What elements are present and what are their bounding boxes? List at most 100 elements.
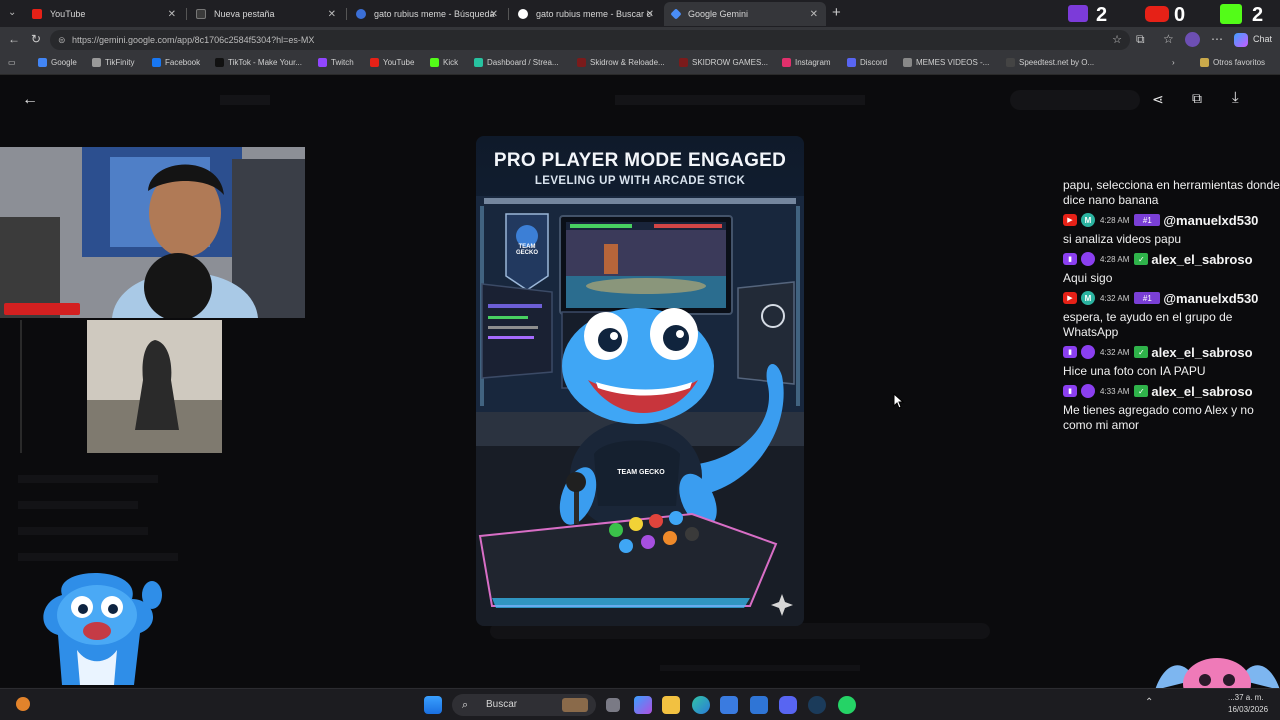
copy-icon[interactable]: ⧉: [1192, 90, 1202, 107]
chat-button[interactable]: Chat: [1253, 34, 1272, 44]
bookmark-label: Discord: [860, 58, 888, 67]
mouse-cursor-icon: [893, 393, 905, 409]
store-icon[interactable]: [720, 696, 738, 714]
tab-new-tab[interactable]: Nueva pestaña ✕: [188, 2, 344, 26]
verified-check-icon: ✓: [1134, 385, 1149, 397]
star-icon[interactable]: ☆: [1112, 30, 1122, 50]
bookmark-item[interactable]: TikTok - Make Your...: [215, 58, 302, 67]
streamer-silhouette: [0, 147, 305, 318]
bookmarks-bar: ▭ Google TikFinity Facebook TikTok - Make Y…: [0, 53, 1280, 75]
taskbar-search[interactable]: ⌕ Buscar: [452, 694, 596, 716]
tab-google-gemini[interactable]: Google Gemini ✕: [664, 2, 826, 26]
bookmarks-overflow-chevron-icon[interactable]: ›: [1172, 58, 1175, 67]
steam-icon[interactable]: [808, 696, 826, 714]
secondary-video: [87, 320, 222, 453]
tab-search-results[interactable]: gato rubius meme - Búsqueda ✕: [348, 2, 506, 26]
bookmark-item[interactable]: MEMES VIDEOS -...: [903, 58, 989, 67]
verified-check-icon: ✓: [1134, 253, 1149, 265]
tab-title: gato rubius meme - Búsqueda: [374, 9, 495, 19]
tab-title: gato rubius meme - Buscar con G...: [536, 9, 652, 19]
whatsapp-icon[interactable]: [838, 696, 856, 714]
bookmark-item[interactable]: SKIDROW GAMES...: [679, 58, 768, 67]
bookmark-label: TikFinity: [105, 58, 135, 67]
more-menu-icon[interactable]: ⋯: [1211, 32, 1223, 46]
bookmark-label: Google: [51, 58, 77, 67]
kick-viewer-count: 2: [1252, 4, 1264, 26]
bookmark-item[interactable]: Facebook: [152, 58, 200, 67]
tab-title: Nueva pestaña: [214, 9, 275, 19]
chat-message-meta: ▮ 4:33 AM ✓ alex_el_sabroso: [1063, 382, 1280, 400]
chat-username: @manuelxd530: [1163, 290, 1259, 306]
chat-message-meta: ▶ M 4:28 AM #1 @manuelxd530: [1063, 211, 1280, 229]
youtube-icon: [1145, 6, 1169, 22]
discord-icon[interactable]: [779, 696, 797, 714]
url-field[interactable]: ⊜ https://gemini.google.com/app/8c1706c2…: [50, 30, 1130, 50]
member-rank-badge: #1: [1134, 292, 1161, 304]
new-tab-button[interactable]: +: [832, 4, 841, 21]
share-icon[interactable]: ⋖: [1152, 91, 1164, 108]
chat-username: alex_el_sabroso: [1151, 383, 1253, 399]
avatar: M: [1081, 213, 1095, 227]
chat-message-text: papu, selecciona en herramientas donde d…: [1063, 178, 1280, 207]
chat-message-text: espera, te ayudo en el grupo de WhatsApp: [1063, 310, 1233, 339]
tab-google-search[interactable]: gato rubius meme - Buscar con G... ✕: [510, 2, 662, 26]
bookmark-item[interactable]: Skidrow & Reloade...: [577, 58, 665, 67]
close-icon[interactable]: ✕: [328, 9, 336, 20]
back-icon[interactable]: ←: [8, 32, 20, 46]
member-rank-badge: #1: [1134, 214, 1161, 226]
clock-time[interactable]: ...37 a. m.: [1228, 693, 1264, 702]
download-icon[interactable]: ⤓: [1232, 89, 1239, 106]
file-explorer-icon[interactable]: [662, 696, 680, 714]
close-icon[interactable]: ✕: [490, 9, 498, 20]
clock-date[interactable]: 16/03/2026: [1228, 705, 1268, 714]
chat-username: alex_el_sabroso: [1151, 251, 1253, 267]
bookmark-item[interactable]: Kick: [430, 58, 458, 67]
bookmark-favicon-icon: [577, 58, 586, 67]
search-label: Buscar: [486, 699, 518, 710]
bookmark-favicon-icon: [430, 58, 439, 67]
close-icon[interactable]: ✕: [810, 9, 818, 20]
knight-artwork: [87, 320, 222, 453]
bookmark-favicon-icon: [318, 58, 327, 67]
generated-image[interactable]: PRO PLAYER MODE ENGAGED LEVELING UP WITH…: [476, 136, 804, 626]
sidebar-toggle-icon[interactable]: ▭: [8, 58, 16, 67]
edge-icon[interactable]: [692, 696, 710, 714]
profile-avatar[interactable]: [1185, 32, 1200, 47]
avatar: [1081, 252, 1095, 266]
start-windows-icon[interactable]: [424, 696, 442, 714]
bookmark-item[interactable]: Google: [38, 58, 77, 67]
widgets-icon[interactable]: [634, 696, 652, 714]
avatar: [1081, 384, 1095, 398]
tray-chevron-icon[interactable]: ⌃: [1145, 697, 1153, 708]
bookmark-item[interactable]: YouTube: [370, 58, 414, 67]
tab-search-chevron-icon[interactable]: ⌄: [8, 7, 16, 18]
avatar: M: [1081, 291, 1095, 305]
other-favorites[interactable]: Otros favoritos: [1200, 58, 1265, 67]
bookmark-item[interactable]: Dashboard / Strea...: [474, 58, 559, 67]
extensions-icon[interactable]: ⧉: [1136, 32, 1145, 47]
chat-message-meta: ▮ 4:32 AM ✓ alex_el_sabroso: [1063, 343, 1280, 361]
task-view-icon[interactable]: [606, 698, 620, 712]
bookmark-label: SKIDROW GAMES...: [692, 58, 769, 67]
gecko-illustration: [476, 196, 804, 626]
bookmark-item[interactable]: Discord: [847, 58, 887, 67]
bookmark-favicon-icon: [38, 58, 47, 67]
tab-youtube[interactable]: YouTube ✕: [24, 2, 184, 26]
close-icon[interactable]: ✕: [646, 9, 654, 20]
chat-message-text: si analiza videos papu: [1063, 232, 1182, 246]
bookmark-item[interactable]: TikFinity: [92, 58, 134, 67]
reload-icon[interactable]: ↻: [31, 32, 41, 46]
bookmark-item[interactable]: Speedtest.net by O...: [1006, 58, 1094, 67]
site-info-icon[interactable]: ⊜: [58, 30, 66, 50]
verified-check-icon: ✓: [1134, 346, 1149, 358]
back-arrow-icon[interactable]: ←: [22, 91, 38, 109]
bookmark-item[interactable]: Twitch: [318, 58, 354, 67]
bookmark-item[interactable]: Instagram: [782, 58, 831, 67]
chat-timestamp: 4:28 AM: [1100, 254, 1130, 264]
other-favorites-label: Otros favoritos: [1213, 58, 1266, 67]
weather-icon[interactable]: [16, 697, 30, 711]
close-icon[interactable]: ✕: [168, 9, 176, 20]
favorites-icon[interactable]: ☆: [1163, 32, 1174, 46]
video-frame-border: [20, 320, 22, 453]
mail-icon[interactable]: [750, 696, 768, 714]
